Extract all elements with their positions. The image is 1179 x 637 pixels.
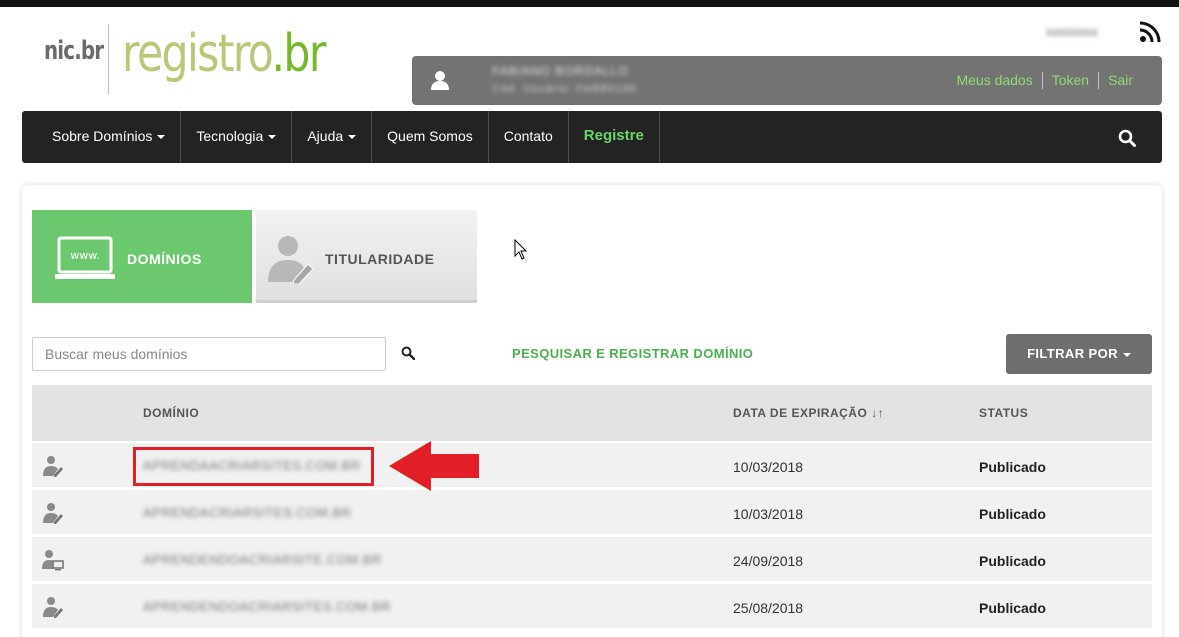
filtrar-por-button[interactable]: FILTRAR POR xyxy=(1006,334,1152,374)
tab-titularidade[interactable]: TITULARIDADE xyxy=(256,210,477,303)
status: Publicado xyxy=(979,600,1046,616)
nav-item-registre[interactable]: Registre xyxy=(569,111,660,163)
expiration-date: 24/09/2018 xyxy=(733,553,804,569)
search-icon[interactable] xyxy=(401,346,415,360)
caret-down-icon xyxy=(268,135,277,140)
user-box: FABIANO BORDALLO Cód. Usuário: FABB0166 … xyxy=(412,56,1162,105)
caret-down-icon xyxy=(157,135,166,140)
expiration-date: 10/03/2018 xyxy=(733,506,804,522)
user-id: Cód. Usuário: FABB0166 xyxy=(492,83,637,95)
column-header-data-expiracao[interactable]: DATA DE EXPIRAÇÃO ↓↑ xyxy=(733,406,884,420)
column-header-status[interactable]: STATUS xyxy=(979,406,1028,420)
tab-dominios-label: DOMÍNIOS xyxy=(127,251,202,267)
user-edit-icon xyxy=(268,236,314,284)
main-nav: Sobre Domínios Tecnologia Ajuda Quem Som… xyxy=(22,111,1162,163)
table-row[interactable]: APRENDENDOACRIARSITES.COM.BR 25/08/2018 … xyxy=(32,584,1152,628)
nav-item-sobre-dominios[interactable]: Sobre Domínios xyxy=(22,111,182,163)
search-domains-input[interactable] xyxy=(32,337,386,371)
sort-icon[interactable]: ↓↑ xyxy=(871,406,884,420)
table-row[interactable]: APRENDENDOACRIARSITE.COM.BR 24/09/2018 P… xyxy=(32,537,1152,581)
logo-separator xyxy=(108,24,109,94)
top-right-blurred-text: xxxxxxxx xyxy=(1046,24,1098,39)
user-icon xyxy=(431,71,449,90)
logo-registro: registro.br xyxy=(122,24,326,84)
caret-down-icon xyxy=(1122,352,1131,357)
logo-nic: nic.br xyxy=(44,36,104,66)
status: Publicado xyxy=(979,459,1046,475)
nav-item-quem-somos[interactable]: Quem Somos xyxy=(372,111,489,163)
user-name: FABIANO BORDALLO xyxy=(492,64,629,78)
meus-dados-link[interactable]: Meus dados xyxy=(947,72,1041,89)
laptop-www-icon: www. xyxy=(55,236,115,279)
user-computer-icon[interactable] xyxy=(42,549,64,571)
nav-item-tecnologia[interactable]: Tecnologia xyxy=(181,111,293,163)
pesquisar-registrar-link[interactable]: PESQUISAR E REGISTRAR DOMÍNIO xyxy=(512,346,753,361)
domain-name[interactable]: APRENDENDOACRIARSITE.COM.BR xyxy=(143,552,382,567)
status: Publicado xyxy=(979,506,1046,522)
nav-item-ajuda[interactable]: Ajuda xyxy=(292,111,373,163)
expiration-date: 10/03/2018 xyxy=(733,459,804,475)
nav-item-contato[interactable]: Contato xyxy=(489,111,569,163)
sair-link[interactable]: Sair xyxy=(1098,72,1142,89)
table-header: DOMÍNIO DATA DE EXPIRAÇÃO ↓↑ STATUS xyxy=(32,385,1152,441)
caret-down-icon xyxy=(348,135,357,140)
user-edit-icon[interactable] xyxy=(42,596,64,618)
status: Publicado xyxy=(979,553,1046,569)
rss-icon[interactable] xyxy=(1138,20,1162,44)
column-header-dominio[interactable]: DOMÍNIO xyxy=(143,406,199,420)
table-row[interactable]: APRENDACRIARSITES.COM.BR 10/03/2018 Publ… xyxy=(32,490,1152,534)
user-links: Meus dados Token Sair xyxy=(947,72,1142,89)
mouse-cursor-icon xyxy=(514,239,528,260)
tab-dominios[interactable]: www. DOMÍNIOS xyxy=(32,210,252,303)
search-icon[interactable] xyxy=(1118,129,1136,147)
svg-text:www.: www. xyxy=(70,249,99,262)
expiration-date: 25/08/2018 xyxy=(733,600,804,616)
highlight-box xyxy=(133,447,374,486)
top-border xyxy=(0,0,1179,7)
domain-name[interactable]: APRENDENDOACRIARSITES.COM.BR xyxy=(143,599,391,614)
user-edit-icon[interactable] xyxy=(42,455,64,477)
tab-titularidade-label: TITULARIDADE xyxy=(325,251,435,267)
domain-name[interactable]: APRENDACRIARSITES.COM.BR xyxy=(143,505,351,520)
domains-panel: www. DOMÍNIOS TITULARIDADE PESQUISAR E R… xyxy=(22,185,1162,637)
user-edit-icon[interactable] xyxy=(42,502,64,524)
red-arrow-icon xyxy=(389,441,479,491)
token-link[interactable]: Token xyxy=(1041,72,1098,89)
